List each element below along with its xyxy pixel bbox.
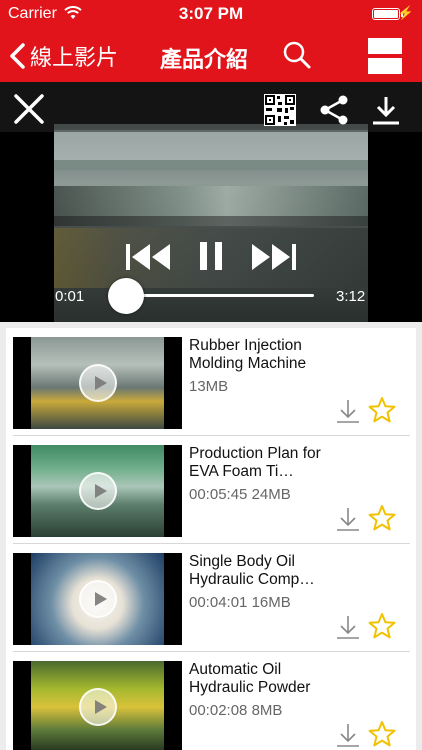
download-icon[interactable] bbox=[336, 722, 360, 748]
menu-icon[interactable] bbox=[368, 38, 402, 74]
download-icon[interactable] bbox=[336, 506, 360, 532]
video-duration: 00:05:45 bbox=[189, 486, 248, 503]
video-size: 24MB bbox=[251, 486, 291, 503]
share-icon[interactable] bbox=[318, 94, 350, 126]
back-label: 線上影片 bbox=[30, 45, 119, 70]
download-icon[interactable] bbox=[336, 398, 360, 424]
video-title: Production Plan for EVA Foam Ti… bbox=[189, 445, 321, 480]
seek-bar[interactable] bbox=[126, 294, 314, 297]
video-meta: 00:04:01 16MB bbox=[189, 594, 291, 611]
favorite-star-icon[interactable] bbox=[368, 504, 396, 532]
favorite-star-icon[interactable] bbox=[368, 612, 396, 640]
video-thumbnail[interactable] bbox=[13, 337, 182, 429]
video-size: 8MB bbox=[251, 702, 283, 719]
video-duration: 00:02:08 bbox=[189, 702, 248, 719]
play-icon[interactable] bbox=[79, 580, 117, 618]
status-bar: Carrier 3:07 PM ⚡ bbox=[0, 0, 422, 30]
video-title: Single Body Oil Hydraulic Comp… bbox=[189, 553, 315, 588]
skip-next-icon[interactable] bbox=[250, 242, 298, 272]
video-meta: 00:05:45 24MB bbox=[189, 486, 291, 503]
page-title: 產品介紹 bbox=[160, 47, 249, 72]
favorite-star-icon[interactable] bbox=[368, 720, 396, 748]
video-thumbnail[interactable] bbox=[13, 553, 182, 645]
video-size: 16MB bbox=[251, 594, 291, 611]
video-duration: 00:04:01 bbox=[189, 594, 248, 611]
video-list: Rubber Injection Molding Machine 13MB Pr… bbox=[6, 328, 416, 750]
total-time: 3:12 bbox=[336, 288, 366, 305]
play-icon[interactable] bbox=[79, 472, 117, 510]
download-icon[interactable] bbox=[336, 614, 360, 640]
video-thumbnail[interactable] bbox=[13, 661, 182, 750]
skip-previous-icon[interactable] bbox=[124, 242, 172, 272]
download-icon[interactable] bbox=[370, 94, 402, 126]
list-item[interactable]: Rubber Injection Molding Machine 13MB bbox=[6, 328, 416, 436]
chevron-left-icon bbox=[10, 43, 25, 69]
current-time: 0:01 bbox=[55, 288, 85, 305]
clock: 3:07 PM bbox=[178, 4, 244, 23]
play-icon[interactable] bbox=[79, 364, 117, 402]
close-icon[interactable] bbox=[12, 92, 46, 126]
video-title: Automatic Oil Hydraulic Powder bbox=[189, 661, 311, 696]
video-meta: 13MB bbox=[189, 378, 228, 395]
back-button[interactable]: 線上影片 bbox=[8, 40, 118, 72]
favorite-star-icon[interactable] bbox=[368, 396, 396, 424]
navigation-bar: 線上影片 產品介紹 bbox=[0, 30, 422, 82]
video-title: Rubber Injection Molding Machine bbox=[189, 337, 307, 372]
play-icon[interactable] bbox=[79, 688, 117, 726]
pause-icon[interactable] bbox=[198, 240, 224, 272]
player-top-bar bbox=[0, 82, 422, 132]
video-player[interactable]: 0:01 3:12 bbox=[0, 82, 422, 322]
list-item[interactable]: Automatic Oil Hydraulic Powder 00:02:08 … bbox=[6, 652, 416, 750]
video-size: 13MB bbox=[189, 378, 229, 395]
list-item[interactable]: Production Plan for EVA Foam Ti… 00:05:4… bbox=[6, 436, 416, 544]
seek-handle[interactable] bbox=[108, 278, 144, 314]
video-meta: 00:02:08 8MB bbox=[189, 702, 282, 719]
charging-icon: ⚡ bbox=[397, 5, 414, 20]
qr-code-icon[interactable] bbox=[264, 94, 296, 126]
search-icon[interactable] bbox=[282, 40, 312, 70]
battery-icon bbox=[372, 8, 403, 20]
video-thumbnail[interactable] bbox=[13, 445, 182, 537]
list-item[interactable]: Single Body Oil Hydraulic Comp… 00:04:01… bbox=[6, 544, 416, 652]
